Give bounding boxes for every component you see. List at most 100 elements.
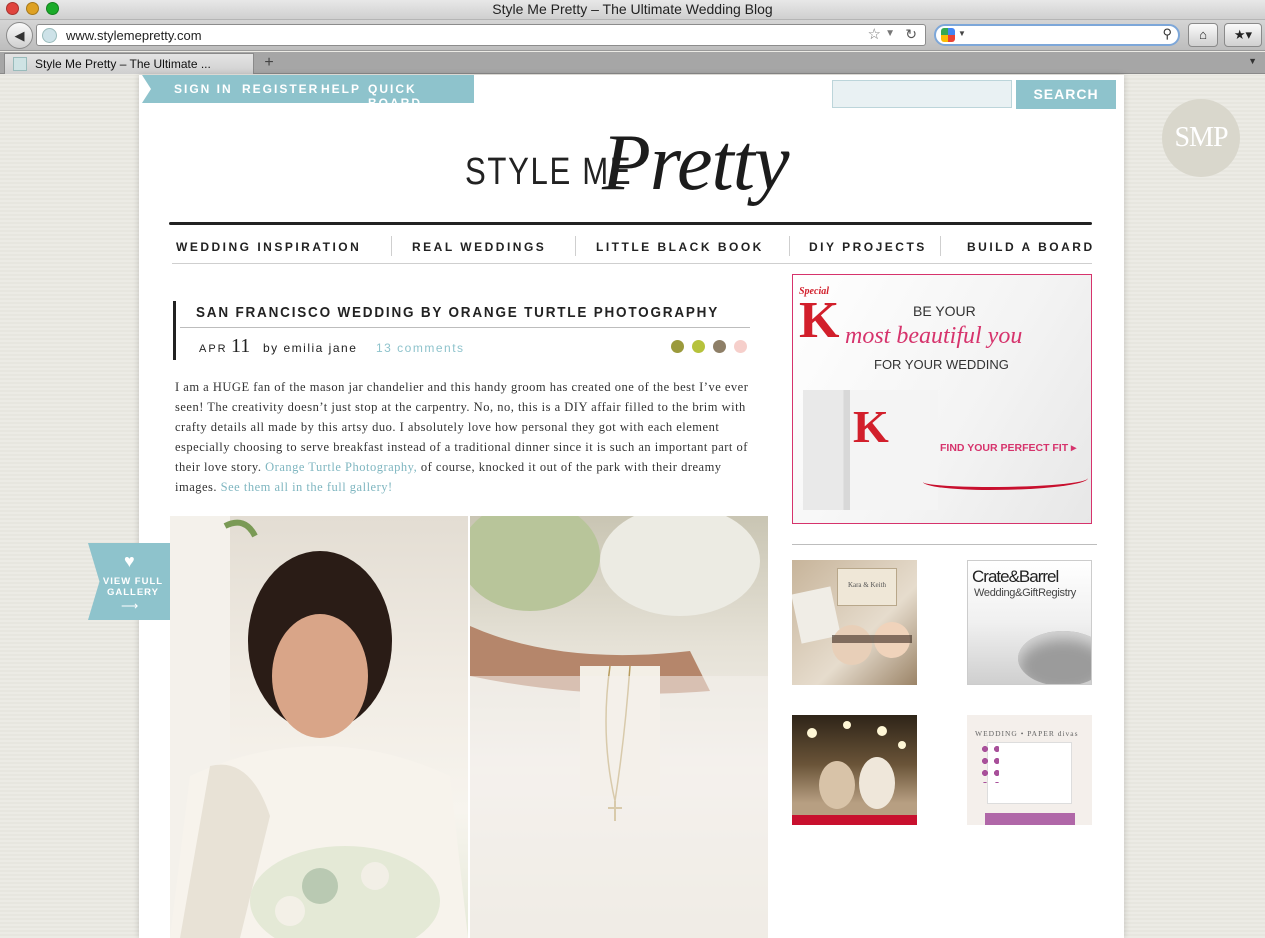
- engine-dropdown-icon[interactable]: ▼: [958, 29, 966, 38]
- logo-script[interactable]: Pretty: [602, 118, 789, 209]
- nav-divider: [575, 236, 576, 256]
- dress-fabric: [470, 676, 768, 938]
- palette-swatch-olive: [671, 340, 684, 353]
- sparklers-ad[interactable]: [792, 715, 917, 825]
- sparklers-ad-art: [807, 721, 906, 809]
- white-flowers-blur: [600, 516, 760, 616]
- home-icon[interactable]: ⌂: [1188, 23, 1218, 47]
- post-title[interactable]: SAN FRANCISCO WEDDING BY ORANGE TURTLE P…: [196, 304, 719, 321]
- nav-wedding-inspiration[interactable]: WEDDING INSPIRATION: [176, 240, 361, 254]
- logo-underline: [169, 222, 1092, 225]
- site-search-input[interactable]: [832, 80, 1012, 108]
- smp-badge[interactable]: SMP: [1162, 99, 1240, 177]
- bride-photo[interactable]: [170, 516, 468, 938]
- address-text[interactable]: www.stylemepretty.com: [66, 28, 202, 43]
- post-accent-bar: [173, 301, 176, 360]
- close-window-icon[interactable]: [6, 2, 19, 15]
- back-icon[interactable]: ◀: [6, 22, 33, 49]
- help-link[interactable]: HELP: [321, 82, 361, 96]
- crate-barrel-tagline: Wedding&GiftRegistry: [974, 587, 1077, 599]
- bouquet-flower: [275, 896, 305, 926]
- favicon-icon: [13, 57, 27, 71]
- top-nav: SIGN IN REGISTER HELP QUICK BOARD: [142, 75, 474, 110]
- bride-photo-art: [170, 516, 468, 938]
- globe-icon: [42, 28, 57, 43]
- wedding-paper-divas-ad[interactable]: WEDDING • PAPER divas: [967, 715, 1092, 825]
- sparkler-light: [877, 726, 887, 736]
- bouquet-photo[interactable]: [470, 516, 768, 938]
- address-bar[interactable]: www.stylemepretty.com ☆ ▼ ↻: [36, 24, 926, 46]
- invitations-ad[interactable]: Kara & Keith: [792, 560, 917, 685]
- ad-banner-strip: [792, 815, 917, 825]
- ad-brand-k: K: [799, 292, 840, 349]
- new-tab-icon[interactable]: +: [256, 54, 282, 73]
- quick-board-link[interactable]: QUICK BOARD: [368, 82, 474, 110]
- browser-toolbar: ◀ www.stylemepretty.com ☆ ▼ ↻ ▼ ⚲ ⌂ ★▾: [0, 20, 1265, 51]
- crate-and-barrel-ad[interactable]: Crate&Barrel Wedding&GiftRegistry: [967, 560, 1092, 685]
- palette-swatch-lime: [692, 340, 705, 353]
- history-arrow-icon[interactable]: ▼: [885, 28, 895, 39]
- tab-strip: Style Me Pretty – The Ultimate ... + ▼: [0, 52, 1265, 74]
- view-full-gallery-tab[interactable]: ♥ VIEW FULL GALLERY ⟶: [88, 543, 170, 620]
- star-icon[interactable]: ☆: [868, 25, 881, 43]
- ad-cta[interactable]: FIND YOUR PERFECT FIT ▸: [940, 442, 1076, 454]
- arrow-right-icon: ⟶: [121, 599, 139, 613]
- bride-face: [272, 614, 368, 738]
- post-author[interactable]: by emilia jane: [263, 341, 357, 355]
- nav-little-black-book[interactable]: LITTLE BLACK BOOK: [596, 240, 764, 254]
- sparkler-light: [843, 721, 851, 729]
- tab-list-icon[interactable]: ▼: [1248, 56, 1257, 66]
- register-link[interactable]: REGISTER: [242, 82, 319, 96]
- search-button[interactable]: SEARCH: [1016, 80, 1116, 109]
- bookmarks-icon[interactable]: ★▾: [1224, 23, 1262, 47]
- view-full-gallery-label: VIEW FULL GALLERY: [102, 576, 164, 598]
- bowl-image: [1018, 631, 1091, 684]
- guest-figure: [819, 761, 855, 809]
- window-title: Style Me Pretty – The Ultimate Wedding B…: [492, 1, 773, 17]
- ad-line-3: FOR YOUR WEDDING: [874, 357, 1009, 372]
- photographer-link[interactable]: Orange Turtle Photography,: [265, 460, 417, 474]
- nav-real-weddings[interactable]: REAL WEDDINGS: [412, 240, 546, 254]
- top-nav-notch: [142, 75, 151, 103]
- bouquet-flower: [361, 862, 389, 890]
- sparkler-light: [807, 728, 817, 738]
- magnifier-icon[interactable]: ⚲: [1162, 26, 1172, 42]
- zoom-window-icon[interactable]: [46, 2, 59, 15]
- sidebar-rule: [792, 544, 1097, 545]
- nav-diy-projects[interactable]: DIY PROJECTS: [809, 240, 927, 254]
- ad-line-1: BE YOUR: [913, 303, 976, 319]
- cereal-box-k: K: [853, 401, 889, 452]
- crate-barrel-logo: Crate&Barrel: [972, 567, 1059, 586]
- post-day: 11: [231, 335, 251, 357]
- ad-line-2: most beautiful you: [845, 323, 1023, 349]
- sunglasses: [832, 635, 912, 643]
- nav-build-a-board[interactable]: BUILD A BOARD: [967, 240, 1095, 254]
- minimize-window-icon[interactable]: [26, 2, 39, 15]
- nav-divider: [391, 236, 392, 256]
- post-body: I am a HUGE fan of the mason jar chandel…: [175, 377, 755, 497]
- google-icon[interactable]: [941, 28, 955, 42]
- special-k-ad[interactable]: Special K BE YOUR most beautiful you FOR…: [792, 274, 1092, 524]
- full-gallery-link[interactable]: See them all in the full gallery!: [221, 480, 393, 494]
- shop-now-button[interactable]: [985, 813, 1075, 825]
- comments-link[interactable]: 13 comments: [376, 341, 465, 355]
- greenery-blur: [470, 516, 600, 611]
- palette-swatch-blush: [734, 340, 747, 353]
- flower-graphic: [979, 743, 999, 783]
- palette-swatch-taupe: [713, 340, 726, 353]
- special-k-logo: Special K: [799, 281, 840, 349]
- heart-icon: ♥: [124, 551, 135, 571]
- reload-icon[interactable]: ↻: [905, 26, 917, 43]
- invitations-ad-art: [792, 586, 912, 665]
- ribbon-graphic: [923, 470, 1088, 490]
- nav-divider: [789, 236, 790, 256]
- sign-in-link[interactable]: SIGN IN: [174, 82, 233, 96]
- tab-title: Style Me Pretty – The Ultimate ...: [35, 57, 211, 71]
- browser-search-field[interactable]: ▼ ⚲: [934, 24, 1180, 46]
- tab-active[interactable]: Style Me Pretty – The Ultimate ...: [4, 53, 254, 74]
- paper-divas-logo: WEDDING • PAPER divas: [975, 729, 1079, 738]
- bride-figure: [859, 757, 895, 809]
- post-title-rule: [180, 327, 750, 328]
- nav-divider: [940, 236, 941, 256]
- post-month: APR: [199, 343, 228, 355]
